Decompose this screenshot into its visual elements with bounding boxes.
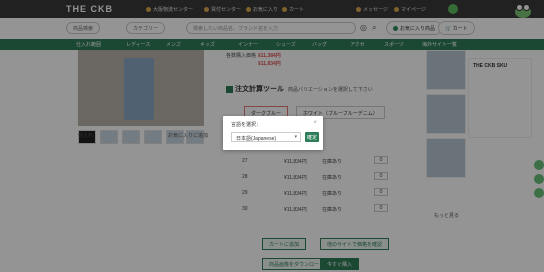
- language-select-dialog: 言語を選択： × 日本語(Japanese) ▾ 確定: [223, 116, 323, 150]
- dialog-title: 言語を選択：: [231, 122, 262, 128]
- chevron-down-icon: ▾: [294, 134, 297, 140]
- language-select[interactable]: 日本語(Japanese) ▾: [231, 132, 301, 142]
- close-icon[interactable]: ×: [313, 120, 317, 126]
- language-select-value: 日本語(Japanese): [236, 136, 277, 142]
- confirm-button[interactable]: 確定: [305, 132, 319, 142]
